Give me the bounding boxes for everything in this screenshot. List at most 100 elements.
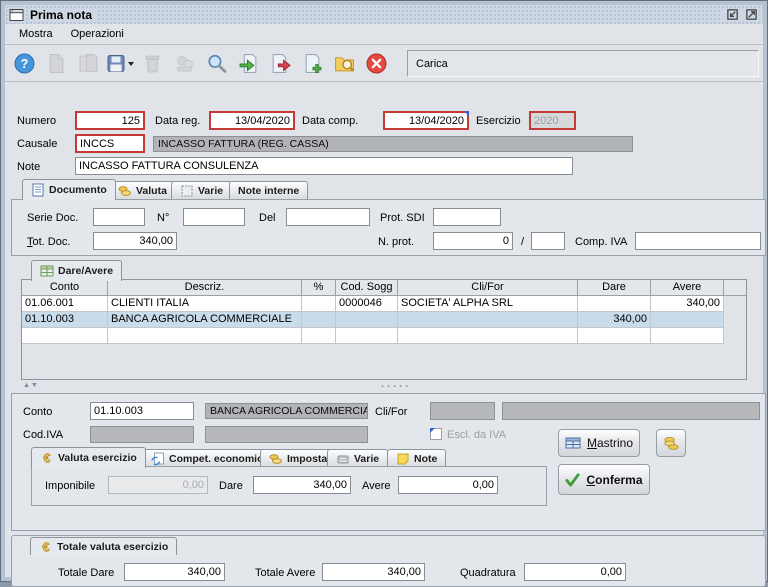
tot-doc-field[interactable] bbox=[93, 232, 177, 250]
cod-iva-label: Cod.IVA bbox=[23, 429, 64, 441]
save-icon[interactable] bbox=[105, 50, 135, 78]
titlebar[interactable]: Prima nota bbox=[5, 5, 763, 24]
menu-operazioni[interactable]: Operazioni bbox=[63, 26, 132, 42]
table-icon bbox=[40, 265, 54, 277]
detail-dare-field[interactable] bbox=[253, 476, 351, 494]
detail-avere-label: Avere bbox=[362, 480, 391, 492]
delete-icon[interactable] bbox=[137, 50, 167, 78]
n-prot-field[interactable] bbox=[433, 232, 513, 250]
detail-conto-field[interactable] bbox=[90, 402, 194, 420]
table-row[interactable]: 01.06.001 CLIENTI ITALIA 0000046 SOCIETA… bbox=[22, 296, 746, 312]
detail-conto-label: Conto bbox=[23, 406, 53, 418]
totale-dare-field bbox=[124, 563, 225, 581]
numero-field[interactable] bbox=[75, 111, 145, 130]
status-text: Carica bbox=[416, 57, 448, 70]
go-icon[interactable] bbox=[233, 50, 263, 78]
del-label: Del bbox=[259, 212, 276, 224]
data-comp-field[interactable] bbox=[383, 111, 469, 130]
escl-iva-label: Escl. da IVA bbox=[447, 429, 507, 441]
table-row[interactable]: 01.10.003 BANCA AGRICOLA COMMERCIALE 340… bbox=[22, 312, 746, 328]
detail-cli-for-field bbox=[430, 402, 495, 420]
calculator-icon bbox=[337, 455, 349, 464]
cod-iva-field bbox=[90, 426, 194, 443]
note-label: Note bbox=[17, 161, 41, 173]
prot-sdi-field[interactable] bbox=[433, 208, 501, 226]
quadratura-field bbox=[524, 563, 626, 581]
table-row-empty[interactable] bbox=[22, 328, 746, 344]
splitter-grip-icon: ..... bbox=[381, 378, 412, 390]
n-prot-field-2[interactable] bbox=[531, 232, 565, 250]
splitter-collapse-icons[interactable]: ▲▼ bbox=[23, 382, 39, 389]
serie-doc-field[interactable] bbox=[93, 208, 145, 226]
stamp-icon[interactable] bbox=[169, 50, 199, 78]
detail-cli-for-description bbox=[502, 402, 760, 420]
causale-field[interactable] bbox=[75, 134, 145, 153]
detail-avere-field[interactable] bbox=[398, 476, 498, 494]
field-modified-marker bbox=[464, 111, 469, 116]
close-icon[interactable] bbox=[361, 50, 391, 78]
note-field[interactable] bbox=[75, 157, 573, 175]
help-icon[interactable]: ? bbox=[9, 50, 39, 78]
new-document-icon[interactable] bbox=[297, 50, 327, 78]
causale-description: INCASSO FATTURA (REG. CASSA) bbox=[153, 136, 633, 152]
tab-valuta-esercizio[interactable]: € Valuta esercizio bbox=[31, 447, 146, 468]
comp-iva-field[interactable] bbox=[635, 232, 761, 250]
document-refresh-icon bbox=[151, 452, 164, 466]
coins-icon bbox=[663, 436, 679, 450]
dare-avere-table: Conto Descriz. % Cod. Sogg Cli/For Dare … bbox=[21, 279, 747, 380]
splitter-handle[interactable]: ▲▼ ..... bbox=[11, 378, 766, 391]
tab-note-interne[interactable]: Note interne bbox=[229, 181, 309, 200]
tab-varie[interactable]: Varie bbox=[171, 181, 233, 200]
numero-doc-label: N° bbox=[157, 212, 170, 224]
esercizio-label: Esercizio bbox=[476, 115, 521, 127]
escl-iva-checkbox bbox=[430, 428, 442, 440]
del-field[interactable] bbox=[286, 208, 370, 226]
causale-label: Causale bbox=[17, 138, 58, 150]
conferma-button[interactable]: Conferma bbox=[558, 464, 650, 495]
cod-iva-description bbox=[205, 426, 368, 443]
copy-icon[interactable] bbox=[73, 50, 103, 78]
browse-icon[interactable] bbox=[329, 50, 359, 78]
check-icon bbox=[565, 473, 581, 487]
search-icon[interactable] bbox=[201, 50, 231, 78]
restore-icon[interactable] bbox=[725, 8, 740, 22]
form-area: Numero Data reg. Data comp. Esercizio Ca… bbox=[5, 83, 766, 587]
prima-nota-window: Prima nota Mostra Operazioni ? Carica Nu… bbox=[0, 0, 768, 587]
svg-text:?: ? bbox=[20, 57, 28, 71]
maximize-icon[interactable] bbox=[744, 8, 759, 22]
imponibile-field bbox=[108, 476, 208, 494]
data-comp-label: Data comp. bbox=[302, 115, 359, 127]
comp-iva-label: Comp. IVA bbox=[575, 236, 628, 248]
n-prot-separator: / bbox=[521, 236, 525, 248]
window-title: Prima nota bbox=[30, 7, 99, 22]
edit-icon[interactable] bbox=[41, 50, 71, 78]
quadratura-label: Quadratura bbox=[460, 567, 516, 579]
coins-icon bbox=[118, 186, 131, 196]
tot-doc-label: Tot. Doc. bbox=[27, 236, 71, 248]
valuta-button[interactable] bbox=[656, 429, 686, 457]
export-icon[interactable] bbox=[265, 50, 295, 78]
tab-dare-avere[interactable]: Dare/Avere bbox=[31, 260, 123, 281]
imponibile-label: Imponibile bbox=[45, 480, 96, 492]
field-modified-marker bbox=[430, 428, 435, 433]
detail-cli-for-label: Cli/For bbox=[375, 406, 408, 418]
prot-sdi-label: Prot. SDI bbox=[380, 212, 425, 224]
tab-valuta[interactable]: Valuta bbox=[109, 181, 176, 200]
tab-documento[interactable]: Documento bbox=[22, 179, 116, 200]
totale-dare-label: Totale Dare bbox=[58, 567, 115, 579]
note-icon bbox=[397, 453, 409, 465]
tab-totale-valuta-esercizio[interactable]: € Totale valuta esercizio bbox=[30, 537, 178, 555]
numero-doc-field[interactable] bbox=[183, 208, 245, 226]
document-icon bbox=[32, 183, 44, 197]
detail-dare-label: Dare bbox=[219, 480, 243, 492]
data-reg-field[interactable] bbox=[209, 111, 295, 130]
euro-icon: € bbox=[43, 451, 51, 465]
euro-icon: € bbox=[42, 540, 50, 554]
menu-mostra[interactable]: Mostra bbox=[11, 26, 61, 42]
totale-avere-label: Totale Avere bbox=[255, 567, 316, 579]
numero-label: Numero bbox=[17, 115, 57, 127]
toolbar: ? Carica bbox=[5, 46, 763, 82]
ledger-icon bbox=[565, 437, 581, 449]
save-dropdown-icon[interactable] bbox=[128, 61, 134, 66]
mastrino-button[interactable]: Mastrino bbox=[558, 429, 640, 457]
